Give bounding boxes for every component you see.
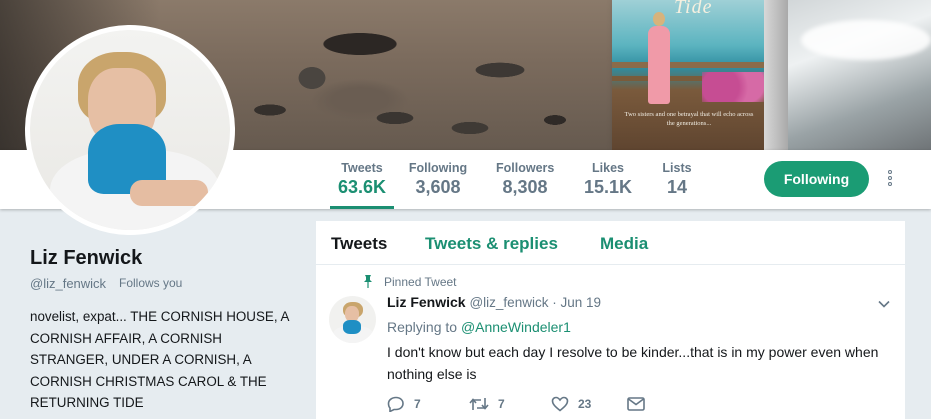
follows-you-badge: Follows you <box>119 276 183 290</box>
profile-name[interactable]: Liz Fenwick <box>30 247 142 270</box>
stat-value: 14 <box>666 177 688 197</box>
stat-label: Following <box>408 161 468 175</box>
stat-lists[interactable]: Lists 14 <box>662 150 692 209</box>
woman-dress <box>648 26 670 104</box>
following-button[interactable]: Following <box>764 161 869 197</box>
book-title: Tide <box>674 0 713 18</box>
reply-mention-link[interactable]: @AnneWindeler1 <box>461 319 571 335</box>
reply-icon <box>387 396 404 412</box>
replying-prefix: Replying to <box>387 319 458 335</box>
banner-wave <box>801 20 931 60</box>
tab-tweets-and-replies[interactable]: Tweets & replies <box>425 234 558 254</box>
envelope-icon <box>627 397 645 411</box>
stat-label: Followers <box>496 161 555 175</box>
profile-bio: novelist, expat... THE CORNISH HOUSE, A … <box>30 309 289 410</box>
tab-tweets[interactable]: Tweets <box>331 234 387 254</box>
profile-handle[interactable]: @liz_fenwick <box>30 276 106 291</box>
like-count: 23 <box>578 397 592 411</box>
reply-button[interactable]: 7 <box>387 394 421 414</box>
timeline-tabs: Tweets Tweets & replies Media <box>316 221 905 265</box>
tweet-handle-time[interactable]: @liz_fenwick · Jun 19 <box>469 295 601 310</box>
stat-followers[interactable]: Followers 8,308 <box>496 150 554 209</box>
pin-icon <box>364 275 372 288</box>
book-cover-front: Tide Two sisters and one betrayal that w… <box>612 0 764 150</box>
chevron-down-icon[interactable] <box>877 297 891 311</box>
tweet-avatar-scarf <box>343 320 361 334</box>
retweet-button[interactable]: 7 <box>469 394 505 414</box>
book-fence <box>612 62 764 68</box>
heart-icon <box>551 396 569 412</box>
tab-media[interactable]: Media <box>600 234 648 254</box>
more-options-icon[interactable] <box>884 170 896 190</box>
tweet-avatar[interactable] <box>329 296 376 343</box>
book-tagline: Two sisters and one betrayal that will e… <box>624 111 754 127</box>
tweet-header: Liz Fenwick @liz_fenwick · Jun 19 <box>387 294 601 310</box>
like-button[interactable]: 23 <box>551 394 591 414</box>
tweet-text: I don't know but each day I resolve to b… <box>387 344 879 382</box>
avatar-arm <box>130 180 208 206</box>
replying-to: Replying to @AnneWindeler1 <box>387 319 571 335</box>
tweet-actions: 7 7 23 <box>387 394 687 414</box>
direct-message-button[interactable] <box>627 394 645 414</box>
retweet-count: 7 <box>498 397 505 411</box>
stat-label: Likes <box>592 161 624 175</box>
pinned-tweet-label: Pinned Tweet <box>384 275 457 289</box>
book-cover-image: Tide Two sisters and one betrayal that w… <box>612 0 790 150</box>
profile-avatar[interactable] <box>25 25 235 235</box>
banner-sea <box>771 0 931 150</box>
book-flowers <box>702 72 764 102</box>
tweet-author[interactable]: Liz Fenwick <box>387 294 466 310</box>
retweet-icon <box>469 398 489 410</box>
stat-label: Tweets <box>341 161 383 175</box>
stat-value: 8,308 <box>502 177 548 197</box>
woman-head <box>653 12 665 26</box>
stat-value: 15.1K <box>584 177 633 197</box>
stat-value: 63.6K <box>337 177 387 197</box>
book-spine <box>764 0 788 150</box>
reply-count: 7 <box>414 397 421 411</box>
stat-value: 3,608 <box>415 177 461 197</box>
stat-tweets[interactable]: Tweets 63.6K <box>330 150 394 209</box>
book-woman-figure <box>648 12 670 104</box>
stat-label: Lists <box>662 161 692 175</box>
stat-likes[interactable]: Likes 15.1K <box>584 150 632 209</box>
stat-following[interactable]: Following 3,608 <box>408 150 468 209</box>
timeline: Tweets Tweets & replies Media Pinned Twe… <box>316 221 905 419</box>
